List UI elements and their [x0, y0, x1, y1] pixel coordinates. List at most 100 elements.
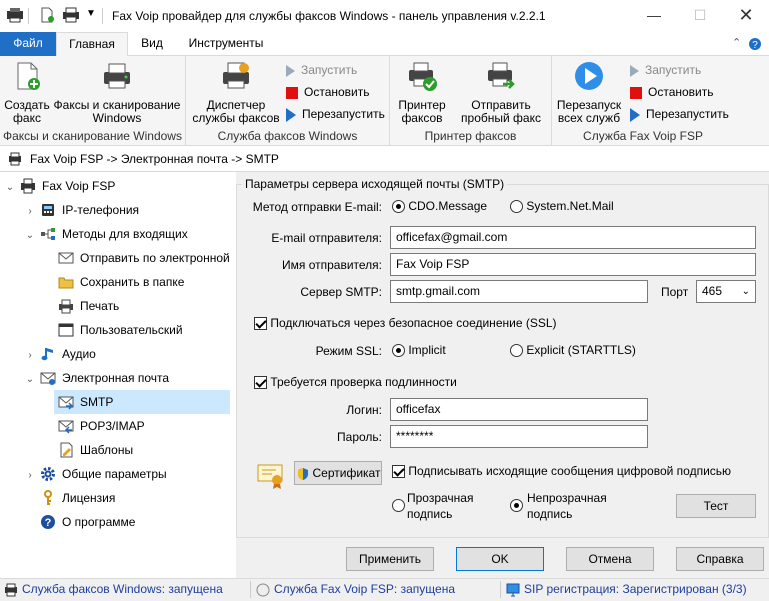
- fsp-start-button[interactable]: Запустить: [630, 60, 701, 80]
- tree-item-email[interactable]: ⌄ Электронная почта: [24, 366, 169, 390]
- ssl-checkbox[interactable]: Подключаться через безопасное соединение…: [254, 316, 557, 331]
- smtp-server-field[interactable]: smtp.gmail.com: [390, 280, 648, 303]
- collapse-arrow-icon[interactable]: ⌄: [4, 176, 16, 200]
- tab-file[interactable]: Файл: [0, 32, 56, 56]
- ribbon-group-label: Принтер факсов: [424, 129, 517, 143]
- checkbox-checked[interactable]: [254, 376, 267, 390]
- radio-unselected[interactable]: [392, 499, 405, 513]
- create-fax-icon: [17, 62, 40, 90]
- fax-scan-button[interactable]: Факсы и сканирование Windows: [52, 60, 182, 125]
- ssl-implicit-radio[interactable]: Implicit: [392, 343, 446, 358]
- tree-item-fax-voip-fsp[interactable]: ⌄ Fax Voip FSP: [4, 174, 115, 198]
- network-icon: [41, 227, 55, 240]
- sign-checkbox[interactable]: Подписывать исходящие сообщения цифровой…: [392, 464, 732, 479]
- sip-status: SIP регистрация: Зарегистрирован (3/3): [524, 582, 747, 596]
- apply-button[interactable]: Применить: [346, 547, 434, 571]
- tree-item-audio[interactable]: › Аудио: [24, 342, 96, 366]
- ribbon-group-fsp-service: Перезапуск всех служб Запустить Останови…: [552, 56, 734, 146]
- restart-label: Перезапустить: [646, 107, 729, 121]
- checkbox-checked[interactable]: [392, 465, 405, 479]
- fax-printer-button[interactable]: Принтер факсов: [394, 60, 450, 125]
- collapse-ribbon-icon[interactable]: ⌃: [732, 36, 741, 49]
- tree-item-pop3-imap[interactable]: POP3/IMAP: [54, 414, 145, 438]
- fax-service-restart-button[interactable]: Перезапустить: [286, 104, 385, 124]
- restart-icon: [286, 107, 296, 122]
- restart-all-label: Перезапуск всех служб: [556, 98, 622, 125]
- ok-button[interactable]: OK: [456, 547, 544, 571]
- create-fax-button[interactable]: Создать факс: [4, 60, 50, 125]
- tree-item-smtp[interactable]: SMTP: [54, 390, 230, 414]
- tab-view[interactable]: Вид: [132, 32, 172, 56]
- fax-service-stop-button[interactable]: Остановить: [286, 82, 370, 102]
- monitor-icon: [506, 583, 520, 597]
- sign-label: Подписывать исходящие сообщения цифровой…: [408, 464, 732, 478]
- collapse-arrow-icon[interactable]: ⌄: [24, 368, 36, 392]
- restart-all-services-button[interactable]: Перезапуск всех служб: [554, 60, 624, 125]
- sender-name-field[interactable]: Fax Voip FSP: [390, 253, 756, 276]
- certificate-button[interactable]: Сертификат: [294, 461, 382, 485]
- window-title: Fax Voip провайдер для службы факсов Win…: [112, 9, 546, 23]
- help-button[interactable]: Справка: [676, 547, 764, 571]
- qa-customize-icon[interactable]: ▼: [86, 8, 96, 19]
- send-test-fax-button[interactable]: Отправить пробный факс: [454, 60, 548, 125]
- tab-home[interactable]: Главная: [56, 32, 128, 57]
- radio-unselected[interactable]: [510, 344, 523, 358]
- radio-selected[interactable]: [510, 499, 523, 513]
- tree-item-send-email[interactable]: Отправить по электронной: [54, 246, 230, 270]
- tree-item-general-settings[interactable]: › Общие параметры: [24, 462, 167, 486]
- method-cdo-radio[interactable]: CDO.Message: [392, 199, 487, 214]
- sign-transparent-radio[interactable]: [392, 498, 405, 513]
- stop-icon: [286, 86, 298, 99]
- play-icon: [286, 64, 295, 77]
- new-document-icon[interactable]: [38, 7, 56, 23]
- cancel-button[interactable]: Отмена: [566, 547, 654, 571]
- tree-item-incoming-methods[interactable]: ⌄ Методы для входящих: [24, 222, 188, 246]
- expand-arrow-icon[interactable]: ›: [24, 464, 36, 488]
- start-label: Запустить: [301, 63, 358, 77]
- tree-item-about[interactable]: ? О программе: [36, 510, 135, 534]
- radio-selected[interactable]: [392, 200, 405, 214]
- sign-opaque-radio[interactable]: [510, 498, 523, 513]
- printer-icon: [59, 299, 73, 314]
- smtp-settings-panel: Параметры сервера исходящей почты (SMTP)…: [236, 172, 769, 578]
- tree-item-ip-telephony[interactable]: › IP-телефония: [24, 198, 139, 222]
- tree-item-save-folder[interactable]: Сохранить в папке: [54, 270, 184, 294]
- ssl-explicit-radio[interactable]: Explicit (STARTTLS): [510, 343, 636, 358]
- service-status-icon: [256, 583, 270, 597]
- printer-icon[interactable]: [62, 7, 80, 23]
- close-button[interactable]: ✕: [723, 0, 769, 32]
- radio-unselected[interactable]: [510, 200, 523, 214]
- fax-dispatcher-button[interactable]: Диспетчер службы факсов: [190, 60, 282, 125]
- expand-arrow-icon[interactable]: ›: [24, 200, 36, 224]
- help-icon[interactable]: ?: [748, 37, 762, 51]
- method-systemnet-radio[interactable]: System.Net.Mail: [510, 199, 614, 214]
- minimize-button[interactable]: —: [631, 0, 677, 32]
- password-field[interactable]: ********: [390, 425, 648, 448]
- port-select[interactable]: 465 ⌄: [696, 280, 756, 303]
- fax-service-start-button[interactable]: Запустить: [286, 60, 357, 80]
- fsp-restart-button[interactable]: Перезапустить: [630, 104, 729, 124]
- title-bar: ▼ Fax Voip провайдер для службы факсов W…: [0, 0, 769, 32]
- expand-arrow-icon[interactable]: ›: [24, 344, 36, 368]
- tree-item-print[interactable]: Печать: [54, 294, 119, 318]
- auth-label: Требуется проверка подлинности: [270, 375, 457, 389]
- password-label: Пароль:: [337, 430, 382, 444]
- tree-item-templates[interactable]: Шаблоны: [54, 438, 133, 462]
- login-field[interactable]: officefax: [390, 398, 648, 421]
- key-icon: [44, 489, 52, 505]
- status-separator: [500, 581, 501, 598]
- checkbox-checked[interactable]: [254, 317, 267, 331]
- sender-email-field[interactable]: officefax@gmail.com: [390, 226, 756, 249]
- collapse-arrow-icon[interactable]: ⌄: [24, 224, 36, 248]
- sign-transparent-label: Прозрачная подпись: [407, 491, 474, 521]
- radio-selected[interactable]: [392, 344, 405, 358]
- chevron-down-icon: ⌄: [741, 286, 750, 297]
- tree-item-license[interactable]: Лицензия: [36, 486, 115, 510]
- fsp-stop-button[interactable]: Остановить: [630, 82, 714, 102]
- tab-tools[interactable]: Инструменты: [180, 32, 272, 56]
- maximize-button[interactable]: ☐: [677, 0, 723, 32]
- tree-item-custom[interactable]: Пользовательский: [54, 318, 183, 342]
- auth-checkbox[interactable]: Требуется проверка подлинности: [254, 375, 457, 390]
- qa-separator: [102, 8, 103, 24]
- test-button[interactable]: Тест: [676, 494, 756, 518]
